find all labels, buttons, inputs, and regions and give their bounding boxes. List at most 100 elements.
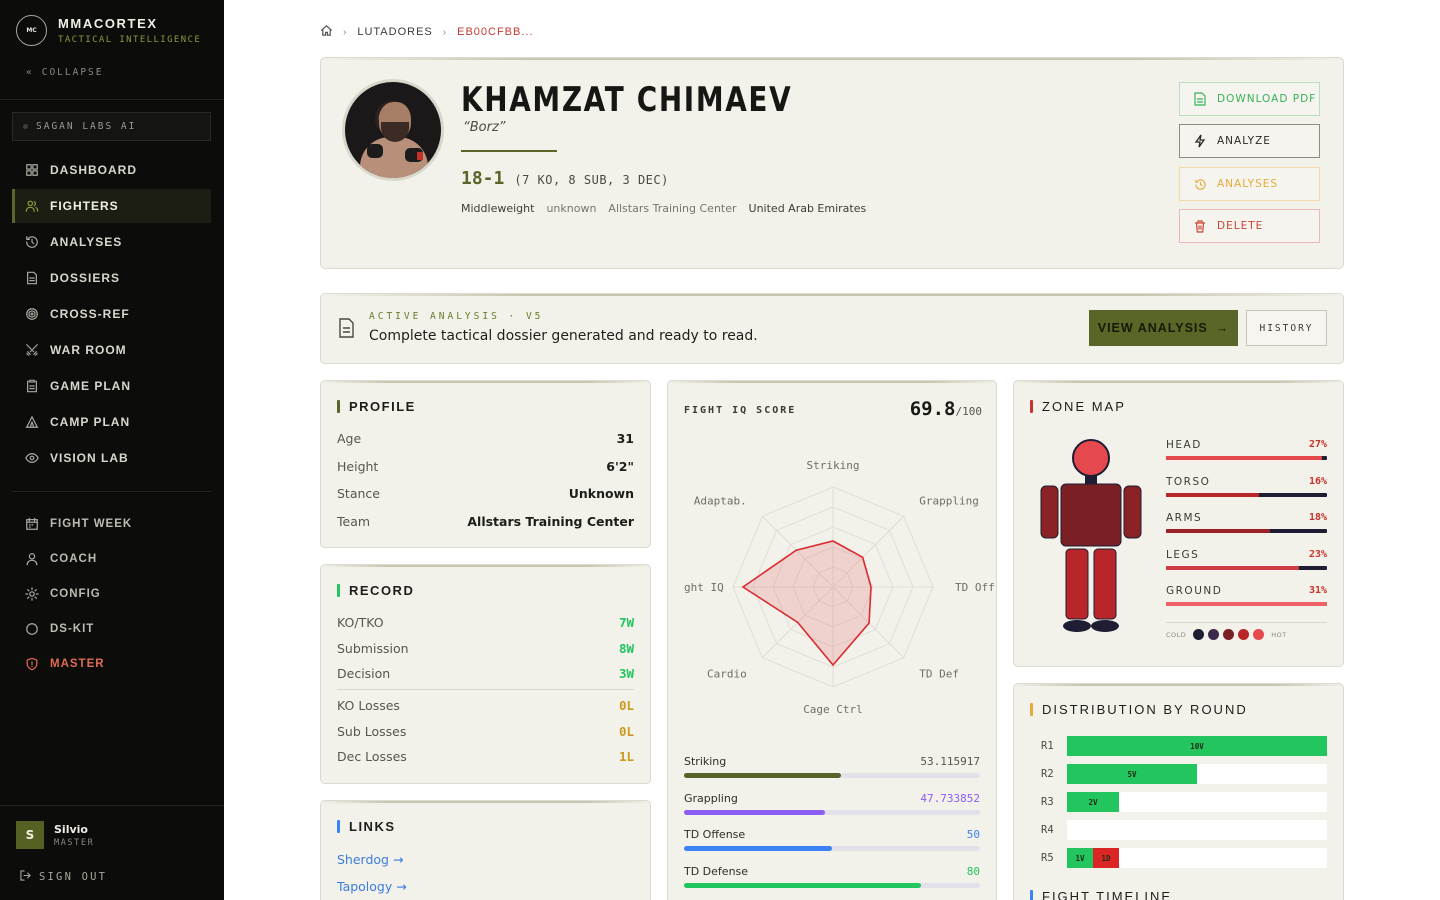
chevrons-left-icon: « (26, 67, 34, 78)
user-role: MASTER (54, 837, 95, 848)
download-pdf-button[interactable]: DOWNLOAD PDF (1179, 82, 1320, 116)
sidebar-item-label: ANALYSES (50, 235, 123, 249)
link-sherdog[interactable]: Sherdog → (337, 852, 403, 867)
delete-label: DELETE (1217, 220, 1264, 232)
swords-icon (24, 342, 40, 358)
download-label: DOWNLOAD PDF (1217, 93, 1317, 105)
zone-row: HEAD 27% (1166, 439, 1327, 469)
zone-label: ARMS (1166, 512, 1203, 525)
profile-title: PROFILE (337, 399, 416, 414)
zone-fill (1166, 492, 1259, 497)
trash-icon (1194, 219, 1208, 233)
body-heatmap (1040, 439, 1142, 632)
radar-axis-label: Cage Ctrl (803, 703, 863, 716)
iq-bar-fill (684, 773, 842, 778)
sidebar-item-master[interactable]: MASTER (12, 647, 211, 680)
record-loss-row: KO Losses 0L (337, 698, 634, 713)
sidebar-item-analyses[interactable]: ANALYSES (12, 225, 211, 259)
iq-bar-label: Grappling (684, 791, 738, 805)
profile-card: PROFILE Age 31 Height 6'2" Stance Unknown Team… (320, 380, 651, 548)
profile-value: Allstars Training Center (467, 513, 634, 529)
fight-iq-card: FIGHT IQ SCORE 69.8/100 Striking Grapplin… (667, 380, 997, 900)
sidebar-item-label: DS-KIT (50, 622, 95, 635)
analysis-label: ACTIVE ANALYSIS · V5 (369, 311, 544, 322)
zone-percent: 27% (1308, 439, 1327, 450)
sidebar-item-label: GAME PLAN (50, 379, 131, 393)
sign-out-button[interactable]: SIGN OUT (20, 870, 107, 884)
brand[interactable]: MC MMACORTEX TACTICAL INTELLIGENCE (16, 15, 201, 46)
brand-name: MMACORTEX (58, 15, 158, 31)
sidebar-item-coach[interactable]: COACH (12, 542, 211, 575)
sidebar-item-camp-plan[interactable]: CAMP PLAN (12, 405, 211, 439)
history-button[interactable]: HISTORY (1246, 310, 1327, 346)
record-win-row: Decision 3W (337, 666, 634, 681)
analyze-button[interactable]: ANALYZE (1179, 124, 1320, 158)
sidebar-item-label: WAR ROOM (50, 343, 127, 357)
sidebar-item-label: MASTER (50, 657, 105, 670)
link-tapology[interactable]: Tapology → (337, 879, 407, 894)
user-profile[interactable]: S Silvio MASTER (16, 821, 94, 849)
record-win-row: KO/TKO 7W (337, 615, 634, 630)
radar-axis-label: TD Def (919, 667, 959, 680)
sidebar-item-ds-kit[interactable]: DS-KIT (12, 612, 211, 645)
iq-bar-track (684, 809, 980, 815)
iq-bar-value: 80 (966, 864, 980, 878)
sidebar-item-cross-ref[interactable]: CROSS-REF (12, 297, 211, 331)
round-row: R2 5V (1041, 764, 1327, 784)
profile-label: Team (337, 513, 371, 529)
profile-row: Stance Unknown (337, 486, 634, 501)
sidebar-item-fight-week[interactable]: FIGHT WEEK (12, 507, 211, 540)
iq-bar-row: Striking 53.115917 (684, 755, 980, 785)
zone-label: TORSO (1166, 475, 1211, 488)
zone-track (1166, 565, 1327, 570)
zone-fill (1166, 602, 1327, 607)
brand-tagline: TACTICAL INTELLIGENCE (58, 34, 202, 45)
chevron-right-icon: › (343, 26, 348, 38)
org-switcher[interactable]: SAGAN LABS AI (12, 112, 211, 141)
gear-icon (24, 586, 40, 602)
radar-axis-label: Striking (807, 459, 860, 472)
clipboard-icon (24, 378, 40, 394)
zone-label: GROUND (1166, 585, 1223, 598)
iq-bar-track (684, 882, 980, 888)
iq-bar-value: 53.115917 (920, 755, 980, 768)
legend-swatch (1238, 629, 1250, 640)
round-track: 5V (1067, 764, 1327, 784)
divider (1166, 622, 1327, 623)
record-main: 18-1 (461, 168, 505, 189)
sidebar-item-config[interactable]: CONFIG (12, 577, 211, 610)
sidebar-item-fighters[interactable]: FIGHTERS (12, 189, 211, 223)
radar-series (741, 540, 872, 667)
record-label: KO Losses (337, 698, 400, 713)
profile-label: Age (337, 431, 362, 446)
round-row: R3 2V (1041, 792, 1327, 812)
home-icon[interactable] (320, 24, 333, 40)
sidebar-item-dashboard[interactable]: DASHBOARD (12, 153, 211, 187)
meta-extra: unknown (546, 202, 597, 215)
sidebar-item-war-room[interactable]: WAR ROOM (12, 333, 211, 367)
view-analysis-button[interactable]: VIEW ANALYSIS → (1089, 310, 1238, 346)
zone-row: TORSO 16% (1166, 476, 1327, 506)
user-icon (24, 551, 40, 567)
record-value: 3W (618, 666, 634, 681)
round-segment: 2V (1067, 792, 1119, 812)
breadcrumb-section[interactable]: LUTADORES (357, 26, 432, 38)
sidebar-item-vision-lab[interactable]: VISION LAB (12, 441, 211, 475)
sidebar-item-label: FIGHT WEEK (50, 517, 133, 530)
round-label: R2 (1041, 768, 1054, 780)
radar-chart: Striking Grappling TD Off TD Def Cage Ctrl Ca… (684, 459, 995, 716)
sidebar-item-dossiers[interactable]: DOSSIERS (12, 261, 211, 295)
record-card: RECORD KO/TKO 7W Submission 8W Decision 3W KO … (320, 564, 651, 784)
links-title: LINKS (337, 819, 396, 834)
zone-map-title: ZONE MAP (1030, 399, 1126, 414)
links-card: LINKS Sherdog → Tapology → (320, 800, 651, 900)
analyses-button[interactable]: ANALYSES (1179, 167, 1320, 201)
legend-hot: HOT (1271, 630, 1287, 639)
sidebar-item-label: CAMP PLAN (50, 415, 131, 429)
record-value: 7W (618, 615, 634, 630)
zone-percent: 16% (1308, 475, 1327, 487)
delete-button[interactable]: DELETE (1179, 209, 1320, 243)
sidebar-item-game-plan[interactable]: GAME PLAN (12, 369, 211, 403)
collapse-button[interactable]: « COLLAPSE (26, 67, 104, 78)
iq-bar-track (684, 846, 980, 851)
